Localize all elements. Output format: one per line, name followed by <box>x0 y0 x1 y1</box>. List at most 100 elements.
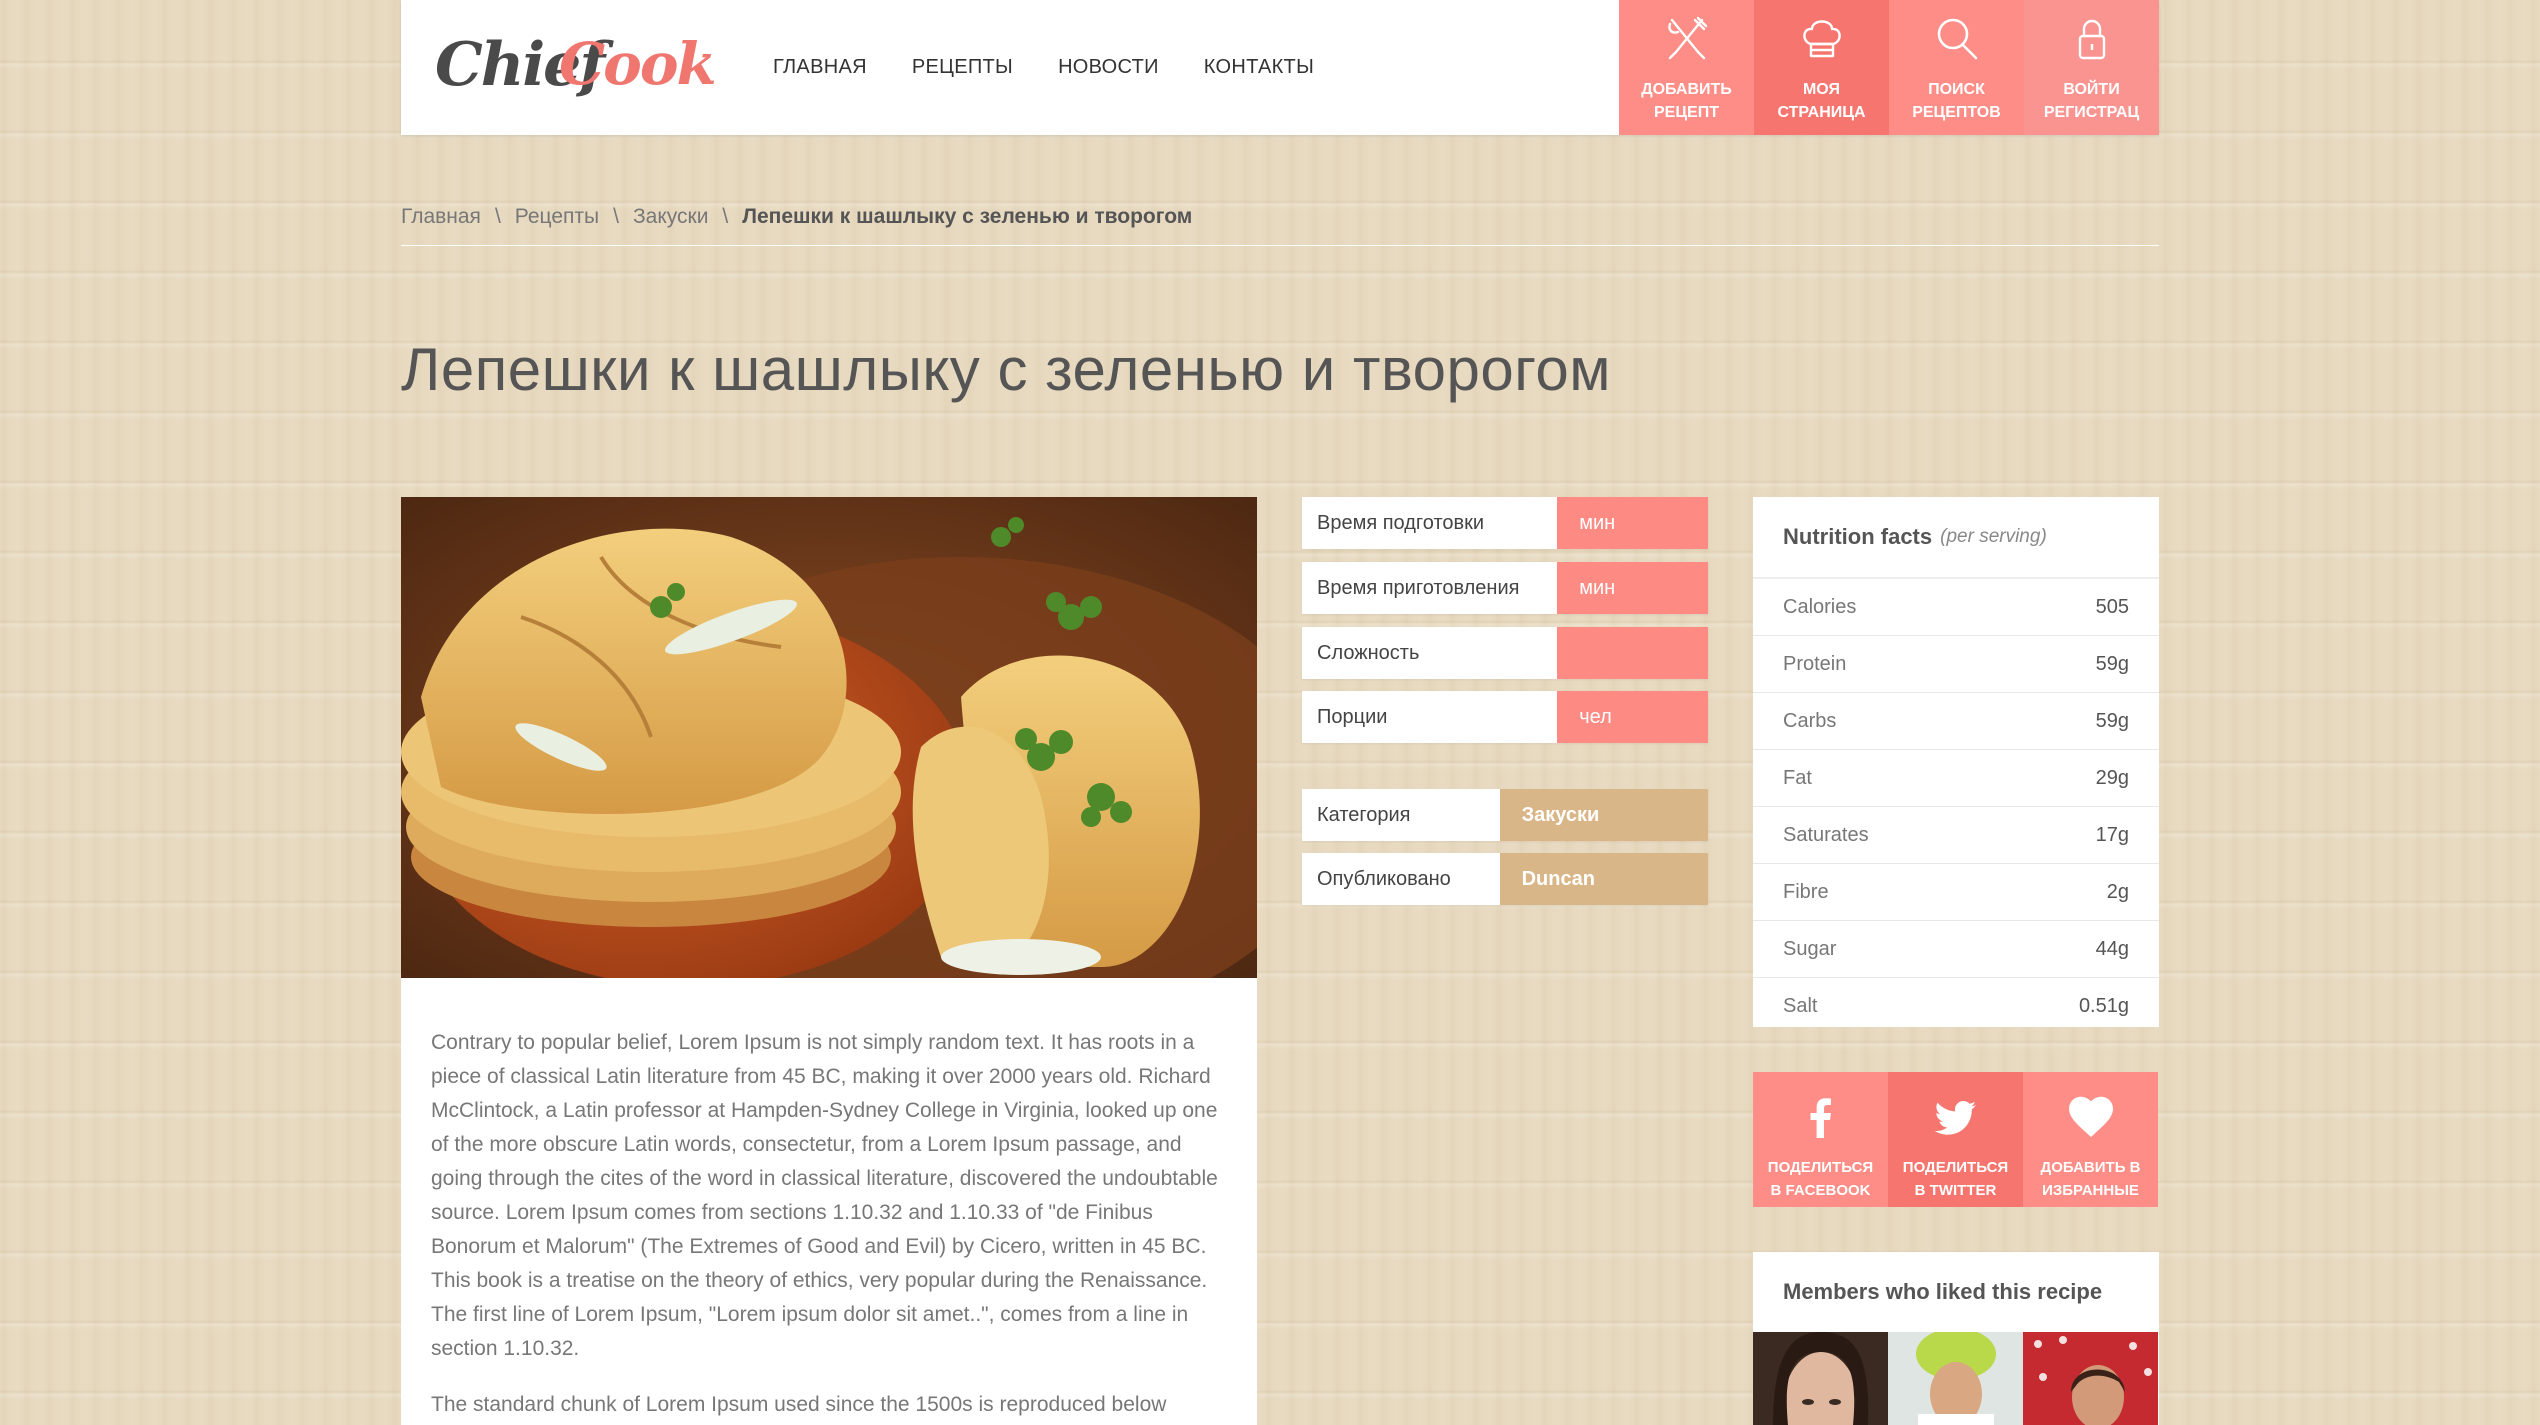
add-recipe-button[interactable]: ДОБАВИТЬ РЕЦЕПТ <box>1619 0 1754 135</box>
logo-text-cook: Cook <box>559 30 717 98</box>
avatar[interactable] <box>1888 1332 2023 1425</box>
logo[interactable]: Chief Cook <box>435 26 717 106</box>
nutrition-name: Sugar <box>1783 937 1837 960</box>
nutrition-name: Fat <box>1783 766 1812 789</box>
avatar[interactable] <box>2023 1332 2158 1425</box>
published-row: Опубликовано Duncan <box>1302 853 1708 905</box>
nutrition-title: Nutrition facts <box>1783 524 1933 549</box>
facebook-icon <box>1810 1098 1831 1138</box>
nutrition-row: Calories 505 <box>1753 579 2159 636</box>
nutrition-value: 17g <box>2095 823 2129 846</box>
login-button[interactable]: ВОЙТИ РЕГИСТРАЦ <box>2024 0 2159 135</box>
nutrition-value: 29g <box>2095 766 2129 789</box>
nutrition-name: Protein <box>1783 652 1847 675</box>
share-buttons: ПОДЕЛИТЬСЯ В FACEBOOK ПОДЕЛИТЬСЯ В TWITTER… <box>1753 1072 2159 1207</box>
search-icon <box>1937 18 1977 60</box>
nutrition-facts: Nutrition facts (per serving) Calories 505… <box>1753 497 2159 1027</box>
description-paragraph-2: The standard chunk of Lorem Ipsum used s… <box>431 1393 1167 1416</box>
nutrition-value: 0.51g <box>2078 994 2129 1017</box>
published-value[interactable]: Duncan <box>1499 853 1708 905</box>
difficulty-value <box>1557 627 1708 679</box>
category-row: Категория Закуски <box>1302 789 1708 841</box>
cook-time-row: Время приготовления мин <box>1302 562 1708 614</box>
nutrition-row: Fat 29g <box>1753 750 2159 807</box>
servings-value: чел <box>1557 691 1708 743</box>
nav-item-home[interactable]: ГЛАВНАЯ <box>773 56 867 79</box>
published-label: Опубликовано <box>1302 853 1500 905</box>
share-facebook-label-1: ПОДЕЛИТЬСЯ <box>1767 1159 1874 1176</box>
nav-item-contacts[interactable]: КОНТАКТЫ <box>1204 56 1314 79</box>
twitter-icon <box>1934 1101 1976 1135</box>
breadcrumb: Главная \ Рецепты \ Закуски \ Лепешки к шашлык… <box>401 205 2159 246</box>
breadcrumb-item-recipes[interactable]: Рецепты <box>515 205 599 229</box>
prep-time-value: мин <box>1557 497 1708 549</box>
nutrition-row: Protein 59g <box>1753 636 2159 693</box>
nutrition-value: 505 <box>2095 595 2129 618</box>
category-label: Категория <box>1302 789 1500 841</box>
nutrition-row: Saturates 17g <box>1753 807 2159 864</box>
add-recipe-label-1: ДОБАВИТЬ <box>1641 81 1732 98</box>
nutrition-value: 2g <box>2106 880 2129 903</box>
nutrition-name: Fibre <box>1783 880 1829 903</box>
breadcrumb-item-appetizers[interactable]: Закуски <box>633 205 708 229</box>
nutrition-row: Salt 0.51g <box>1753 978 2159 1034</box>
nutrition-name: Carbs <box>1783 709 1837 732</box>
members-title: Members who liked this recipe <box>1783 1279 2103 1304</box>
breadcrumb-separator: \ <box>494 205 501 228</box>
nutrition-name: Saturates <box>1783 823 1869 846</box>
servings-label: Порции <box>1302 691 1558 743</box>
nutrition-value: 59g <box>2095 709 2129 732</box>
cook-time-value: мин <box>1557 562 1708 614</box>
my-page-label-1: МОЯ <box>1802 81 1841 98</box>
page-title: Лепешки к шашлыку с зеленью и творогом <box>401 336 1611 403</box>
recipe-description: Contrary to popular belief, Lorem Ipsum … <box>401 978 1257 1425</box>
login-label-1: ВОЙТИ <box>2063 81 2120 98</box>
main-nav: ГЛАВНАЯ РЕЦЕПТЫ НОВОСТИ КОНТАКТЫ <box>773 0 1359 135</box>
members-liked-panel: Members who liked this recipe <box>1753 1252 2159 1425</box>
breadcrumb-current: Лепешки к шашлыку с зеленью и творогом <box>742 205 1193 228</box>
add-recipe-label-2: РЕЦЕПТ <box>1654 104 1719 121</box>
favorites-label-1: ДОБАВИТЬ В <box>2040 1159 2141 1176</box>
fork-knife-icon <box>1667 16 1707 60</box>
nutrition-row: Carbs 59g <box>1753 693 2159 750</box>
breadcrumb-separator: \ <box>722 205 729 228</box>
nav-item-news[interactable]: НОВОСТИ <box>1058 56 1159 79</box>
chef-hat-icon <box>1802 20 1841 58</box>
nutrition-value: 44g <box>2095 937 2129 960</box>
avatar[interactable] <box>1753 1332 1888 1425</box>
recipe-photo-illustration <box>401 497 1257 978</box>
nutrition-value: 59g <box>2095 652 2129 675</box>
login-label-2: РЕГИСТРАЦ <box>2043 104 2140 121</box>
description-paragraph-1: Contrary to popular belief, Lorem Ipsum … <box>431 1031 1218 1360</box>
search-recipes-label-1: ПОИСК <box>1928 81 1985 98</box>
share-twitter-label-1: ПОДЕЛИТЬСЯ <box>1902 1159 2009 1176</box>
header-actions: ДОБАВИТЬ РЕЦЕПТ МОЯ СТРАНИЦА ПОИСК РЕЦЕПТОВ… <box>1619 0 2159 135</box>
breadcrumb-separator: \ <box>613 205 619 228</box>
nutrition-row: Sugar 44g <box>1753 921 2159 978</box>
share-facebook-label-2: В FACEBOOK <box>1770 1182 1871 1199</box>
nutrition-subtitle: (per serving) <box>1940 526 2047 547</box>
share-facebook-button[interactable]: ПОДЕЛИТЬСЯ В FACEBOOK <box>1753 1072 1888 1207</box>
share-twitter-label-2: В TWITTER <box>1914 1182 1997 1199</box>
site-header: Chief Cook ГЛАВНАЯ РЕЦЕПТЫ НОВОСТИ КОНТА… <box>401 0 2159 135</box>
lock-icon <box>2078 19 2105 60</box>
prep-time-label: Время подготовки <box>1302 497 1558 549</box>
nav-item-recipes[interactable]: РЕЦЕПТЫ <box>912 56 1013 79</box>
breadcrumb-item-home[interactable]: Главная <box>401 205 481 229</box>
my-page-label-2: СТРАНИЦА <box>1777 104 1866 121</box>
cook-time-label: Время приготовления <box>1302 562 1558 614</box>
prep-time-row: Время подготовки мин <box>1302 497 1708 549</box>
category-value[interactable]: Закуски <box>1499 789 1708 841</box>
difficulty-row: Сложность <box>1302 627 1708 679</box>
share-twitter-button[interactable]: ПОДЕЛИТЬСЯ В TWITTER <box>1888 1072 2023 1207</box>
search-recipes-label-2: РЕЦЕПТОВ <box>1912 104 2001 121</box>
heart-icon <box>2068 1096 2113 1137</box>
difficulty-label: Сложность <box>1302 627 1558 679</box>
add-to-favorites-button[interactable]: ДОБАВИТЬ В ИЗБРАННЫЕ <box>2023 1072 2158 1207</box>
favorites-label-2: ИЗБРАННЫЕ <box>2042 1182 2139 1199</box>
recipe-photo <box>401 497 1257 978</box>
member-avatars <box>1753 1332 2159 1425</box>
nutrition-row: Fibre 2g <box>1753 864 2159 921</box>
search-recipes-button[interactable]: ПОИСК РЕЦЕПТОВ <box>1889 0 2024 135</box>
my-page-button[interactable]: МОЯ СТРАНИЦА <box>1754 0 1889 135</box>
